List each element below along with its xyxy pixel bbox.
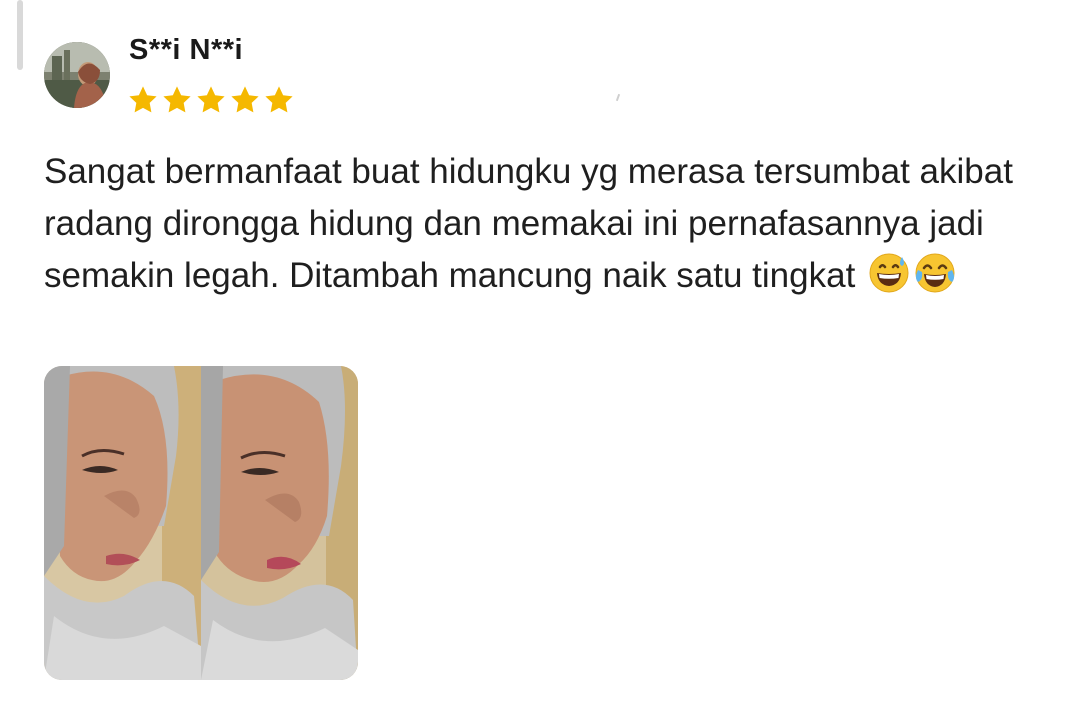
review-photo[interactable] bbox=[44, 366, 358, 680]
review-text: Sangat bermanfaat buat hidungku yg meras… bbox=[44, 146, 1054, 302]
star-icon bbox=[265, 86, 293, 113]
star-rating bbox=[127, 84, 295, 116]
review-photo-right[interactable] bbox=[201, 366, 358, 680]
review-photo-left[interactable] bbox=[44, 366, 201, 680]
star-icon bbox=[231, 86, 259, 113]
star-icon bbox=[163, 86, 191, 113]
star-icon bbox=[129, 86, 157, 113]
scroll-indicator[interactable] bbox=[17, 0, 23, 70]
star-icon bbox=[197, 86, 225, 113]
reviewer-name: S**i N**i bbox=[129, 34, 244, 66]
avatar[interactable] bbox=[44, 42, 110, 108]
review-card: S**i N**i Sangat bermanfaat buat hidungk… bbox=[0, 0, 1080, 713]
grinning-sweat-emoji-icon bbox=[869, 253, 909, 293]
tears-of-joy-emoji-icon bbox=[915, 253, 955, 293]
stray-mark bbox=[615, 93, 621, 102]
